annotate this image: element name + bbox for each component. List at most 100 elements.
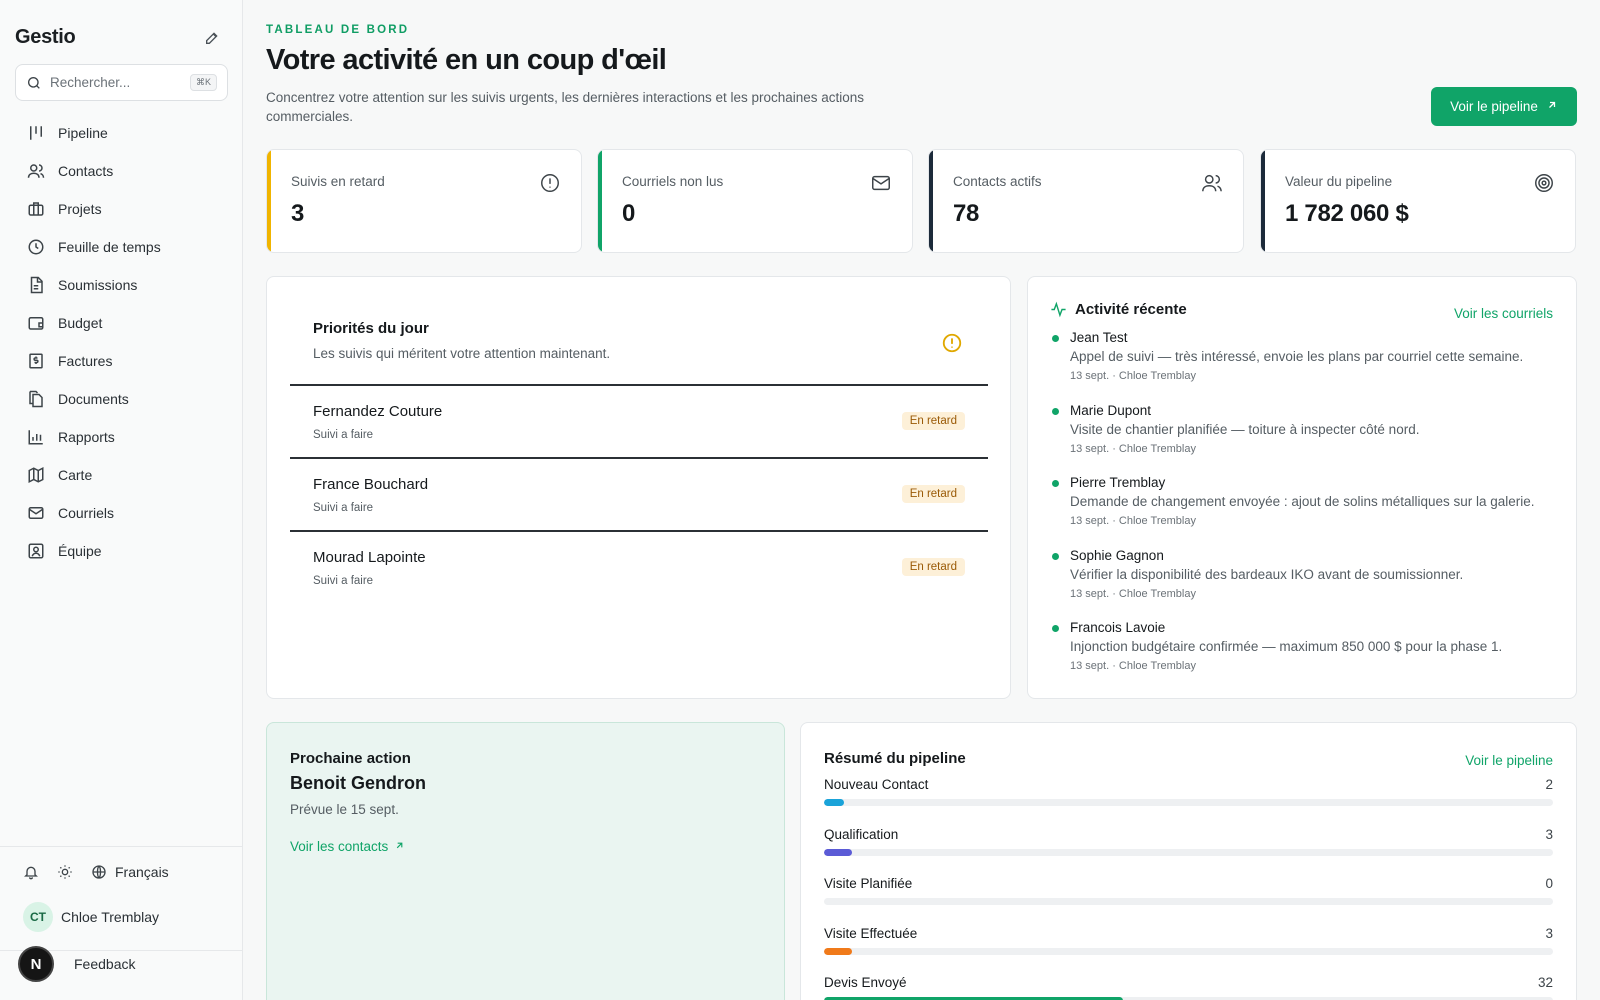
arrow-up-right-icon <box>1546 99 1558 114</box>
pipeline-stage[interactable]: Visite Planifiée 0 <box>824 876 1553 926</box>
activity-meta: 13 sept. · Chloe Tremblay <box>1070 515 1196 527</box>
sun-icon[interactable] <box>55 862 75 882</box>
sidebar-item-label: Courriels <box>58 505 115 521</box>
status-badge: En retard <box>901 485 965 503</box>
stage-progress-track <box>824 848 1553 856</box>
stage-label: Qualification <box>824 826 899 842</box>
stage-count: 32 <box>1537 975 1553 990</box>
list-item[interactable]: Sophie Gagnon Vérifier la disponibilité … <box>1050 546 1560 619</box>
users-icon <box>26 161 46 181</box>
status-badge: En retard <box>901 412 965 430</box>
stage-label: Visite Effectuée <box>824 925 918 941</box>
document-icon <box>26 275 46 295</box>
search-input[interactable]: Rechercher... ⌘K <box>15 64 228 101</box>
priority-sub: Suivi a faire <box>313 575 374 587</box>
stage-label: Visite Planifiée <box>824 876 913 891</box>
sidebar-item-label: Carte <box>58 467 93 483</box>
bell-icon[interactable] <box>21 862 41 882</box>
kpi-accent <box>929 150 933 252</box>
activity-header: Activité récente <box>1050 301 1187 318</box>
sidebar-item-label: Équipe <box>58 543 102 559</box>
sidebar-item-pipeline[interactable]: Pipeline <box>15 114 228 152</box>
sidebar-item-soumissions[interactable]: Soumissions <box>15 266 228 304</box>
sidebar-item-projets[interactable]: Projets <box>15 190 228 228</box>
activity-meta: 13 sept. · Chloe Tremblay <box>1070 442 1196 455</box>
view-contacts-link[interactable]: Voir les contacts <box>290 839 405 854</box>
briefcase-icon <box>26 199 46 219</box>
priority-name: Fernandez Couture <box>313 403 443 420</box>
kpi-card-unread-emails[interactable]: Courriels non lus 0 <box>597 149 913 253</box>
activity-meta: 13 sept. · Chloe Tremblay <box>1070 587 1196 600</box>
view-emails-link[interactable]: Voir les courriels <box>1454 306 1553 321</box>
sidebar-item-courriels[interactable]: Courriels <box>15 494 228 532</box>
list-item[interactable]: Fernandez Couture Suivi a faire En retar… <box>290 384 988 457</box>
language-selector[interactable]: Français <box>89 862 169 882</box>
kpi-accent <box>267 150 271 252</box>
pipeline-stages: Nouveau Contact 2 Qualification 3 Visite… <box>824 777 1553 1000</box>
activity-name: Jean Test <box>1070 330 1128 345</box>
list-item[interactable]: Marie Dupont Visite de chantier planifié… <box>1050 401 1560 474</box>
globe-icon <box>89 862 109 882</box>
activity-meta: 13 sept. · Chloe Tremblay <box>1070 370 1196 382</box>
kpi-card-pipeline-value[interactable]: Valeur du pipeline 1 782 060 $ <box>1260 149 1576 253</box>
sidebar-preferences: Français <box>21 862 169 882</box>
pipeline-stage[interactable]: Qualification 3 <box>824 827 1553 877</box>
activity-card: Activité récente Voir les courriels Jean… <box>1027 276 1577 699</box>
kpi-label: Valeur du pipeline <box>1285 174 1393 189</box>
status-dot <box>1052 552 1059 560</box>
pipeline-stage[interactable]: Visite Effectuée 3 <box>824 926 1553 976</box>
view-contacts-label: Voir les contacts <box>290 839 389 854</box>
stage-count: 3 <box>1545 925 1553 941</box>
dev-badge[interactable]: N <box>18 946 54 982</box>
priority-sub: Suivi a faire <box>313 429 374 441</box>
kpi-card-overdue[interactable]: Suivis en retard 3 <box>266 149 582 253</box>
list-item[interactable]: France Bouchard Suivi a faire En retard <box>290 457 988 530</box>
files-icon <box>26 389 46 409</box>
list-item[interactable]: Francois Lavoie Injonction budgétaire co… <box>1050 618 1560 691</box>
user-profile[interactable]: CT Chloe Tremblay <box>23 902 159 932</box>
pencil-icon[interactable] <box>201 27 223 49</box>
sidebar-item-label: Pipeline <box>58 125 108 141</box>
feedback-link[interactable]: N Feedback <box>18 946 135 982</box>
activity-icon <box>1050 301 1067 318</box>
mail-icon <box>26 503 46 523</box>
sidebar-item-feuille-de-temps[interactable]: Feuille de temps <box>15 228 228 266</box>
sidebar-item-factures[interactable]: Factures <box>15 342 228 380</box>
sidebar-item-equipe[interactable]: Équipe <box>15 532 228 570</box>
view-pipeline-link[interactable]: Voir le pipeline <box>1465 753 1553 768</box>
kpi-value: 78 <box>953 200 980 227</box>
pipeline-summary-title: Résumé du pipeline <box>824 750 966 767</box>
list-item[interactable]: Pierre Tremblay Demande de changement en… <box>1050 473 1560 546</box>
user-name: Chloe Tremblay <box>61 909 160 925</box>
kpi-label: Contacts actifs <box>953 174 1042 189</box>
pipeline-stage[interactable]: Devis Envoyé 32 <box>824 975 1553 1000</box>
list-item[interactable]: Mourad Lapointe Suivi a faire En retard <box>290 530 988 603</box>
team-icon <box>26 541 46 561</box>
view-pipeline-button[interactable]: Voir le pipeline <box>1431 87 1577 126</box>
kpi-accent <box>598 150 602 252</box>
sidebar-item-rapports[interactable]: Rapports <box>15 418 228 456</box>
sidebar-item-carte[interactable]: Carte <box>15 456 228 494</box>
sidebar-item-documents[interactable]: Documents <box>15 380 228 418</box>
search-placeholder: Rechercher... <box>50 75 131 90</box>
users-icon <box>1201 172 1223 194</box>
avatar: CT <box>23 902 53 932</box>
kpi-card-active-contacts[interactable]: Contacts actifs 78 <box>928 149 1244 253</box>
activity-text: Appel de suivi — très intéressé, envoie … <box>1070 349 1524 364</box>
status-badge: En retard <box>901 558 965 576</box>
sidebar-item-label: Contacts <box>58 163 114 179</box>
sidebar-item-contacts[interactable]: Contacts <box>15 152 228 190</box>
sidebar-item-label: Factures <box>58 353 113 369</box>
sidebar-nav: Pipeline Contacts Projets Feuille de tem… <box>15 114 228 570</box>
list-item[interactable]: Jean Test Appel de suivi — très intéress… <box>1050 328 1560 401</box>
sidebar-item-budget[interactable]: Budget <box>15 304 228 342</box>
activity-text: Vérifier la disponibilité des bardeaux I… <box>1070 566 1464 582</box>
pipeline-stage[interactable]: Nouveau Contact 2 <box>824 777 1553 827</box>
kpi-value: 3 <box>291 200 305 227</box>
status-dot <box>1052 335 1059 342</box>
activity-text: Visite de chantier planifiée — toiture à… <box>1070 421 1420 437</box>
activity-text: Injonction budgétaire confirmée — maximu… <box>1070 639 1503 654</box>
view-pipeline-label: Voir le pipeline <box>1450 99 1538 114</box>
arrow-up-right-icon <box>394 839 405 854</box>
activity-text: Demande de changement envoyée : ajout de… <box>1070 494 1535 509</box>
